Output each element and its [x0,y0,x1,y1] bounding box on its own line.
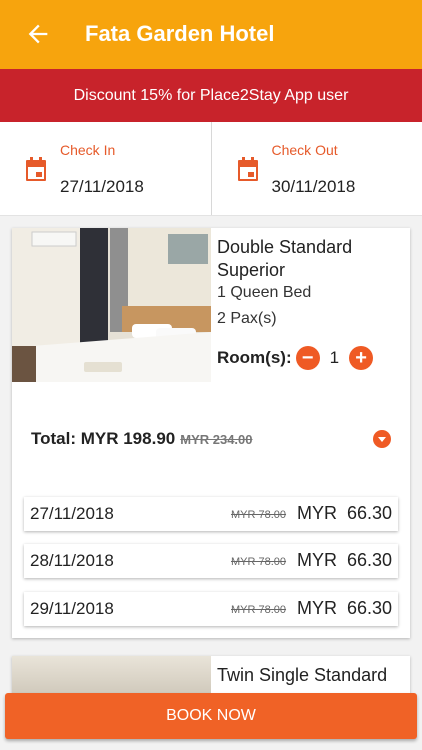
total-price: Total: MYR 198.90 MYR 234.00 [31,429,253,449]
check-in-field[interactable]: Check In 27/11/2018 [0,122,211,215]
check-out-field[interactable]: Check Out 30/11/2018 [210,122,422,215]
room-card: Twin Single Standard [12,656,410,696]
room-name: Twin Single Standard [217,665,388,685]
night-original-price: MYR 78.00 [231,509,287,521]
room-pax: 2 Pax(s) [217,310,277,327]
night-original-price: MYR 78.00 [231,604,287,616]
room-photo [12,228,211,382]
check-out-date: 30/11/2018 [271,177,356,196]
night-price: MYR 66.30 [296,598,392,618]
night-original-price: MYR 78.00 [231,556,287,568]
room-card: Double Standard Superior 1 Queen Bed 2 P… [12,228,410,638]
night-row: 28/11/2018 MYR 78.00 MYR 66.30 [24,544,398,578]
check-in-label: Check In [60,142,116,158]
date-selector: Check In 27/11/2018 Check Out 30/11/2018 [0,122,422,216]
app-bar: Fata Garden Hotel [0,0,422,69]
total-original-price: MYR 234.00 [180,432,253,447]
night-date: 27/11/2018 [30,504,114,523]
plus-icon[interactable]: + [349,346,374,370]
night-price: MYR 66.30 [296,550,392,570]
expand-icon[interactable] [373,430,391,448]
check-out-label: Check Out [271,142,338,158]
check-in-date: 27/11/2018 [60,177,144,196]
night-row: 27/11/2018 MYR 78.00 MYR 66.30 [24,497,398,531]
room-photo [12,656,211,696]
room-quantity: 1 [329,348,340,367]
discount-banner: Discount 15% for Place2Stay App user [0,69,422,122]
page-title: Fata Garden Hotel [85,21,275,46]
rooms-label: Room(s): [217,348,292,367]
night-date: 28/11/2018 [30,551,114,570]
arrow-left-icon[interactable] [24,20,52,48]
night-price: MYR 66.30 [296,503,392,523]
minus-icon[interactable]: − [295,346,320,370]
book-now-button[interactable]: BOOK NOW [5,693,417,739]
night-date: 29/11/2018 [30,599,114,618]
calendar-icon [26,157,46,181]
room-name: Double Standard Superior [217,237,353,280]
room-bed-type: 1 Queen Bed [217,284,312,301]
total-label: Total: MYR 198.90 [31,429,176,448]
room-quantity-stepper: Room(s): − 1 + [217,346,374,370]
night-row: 29/11/2018 MYR 78.00 MYR 66.30 [24,592,398,626]
calendar-icon [237,157,258,181]
